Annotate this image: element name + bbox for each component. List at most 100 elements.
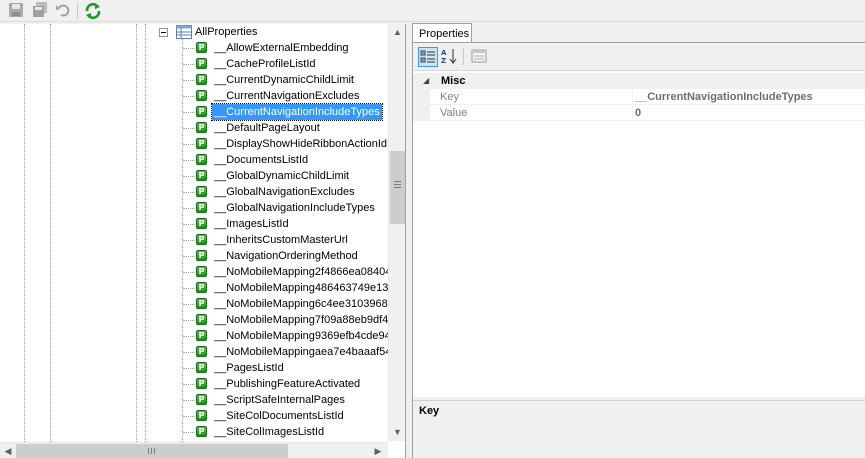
tree-item[interactable]: P __NoMobileMapping7f09a88eb9df47 <box>0 312 394 328</box>
tree-horizontal-scrollbar[interactable]: ◀ ▶ <box>0 442 388 458</box>
property-row-key[interactable]: Key __CurrentNavigationIncludeTypes <box>413 89 865 105</box>
collapse-triangle-icon[interactable]: ◢ <box>423 76 429 85</box>
tree-item[interactable]: P __PublishingFeatureActivated <box>0 376 390 392</box>
property-name: Value <box>440 107 468 119</box>
tree-vertical-scrollbar[interactable]: ▲ ▼ <box>388 24 405 441</box>
tree-connector <box>183 176 195 177</box>
tree-item[interactable]: P __GlobalNavigationExcludes <box>0 184 390 200</box>
tree-connector <box>183 96 195 97</box>
tree-item-label: __AllowExternalEmbedding <box>214 42 349 54</box>
scroll-thumb[interactable] <box>16 444 288 458</box>
tree-item-label: __CacheProfileListId <box>214 58 316 70</box>
tree-item[interactable]: P __NoMobileMapping6c4ee31039684 <box>0 296 394 312</box>
tree-item-label: __ImagesListId <box>214 218 289 230</box>
tree-connector <box>183 256 195 257</box>
property-table-icon <box>176 25 192 39</box>
property-name: Key <box>440 91 459 103</box>
tree-item[interactable]: P __ScriptSafeInternalPages <box>0 392 390 408</box>
tree-item[interactable]: P __CurrentNavigationExcludes <box>0 88 390 104</box>
property-icon: P <box>196 218 207 229</box>
tree-item[interactable]: P __SiteColImagesListId <box>0 424 390 440</box>
property-row-value[interactable]: Value 0 <box>413 105 865 121</box>
tree-item-label: __CurrentDynamicChildLimit <box>214 74 354 86</box>
property-icon: P <box>196 298 207 309</box>
tree-item[interactable]: P __ImagesListId <box>0 216 390 232</box>
scroll-left-icon[interactable]: ◀ <box>0 443 16 458</box>
tree-connector <box>183 416 195 417</box>
property-icon: P <box>196 138 207 149</box>
tree-item-label: __NoMobileMapping9369efb4cde94 <box>214 330 391 342</box>
svg-text:A: A <box>441 49 447 57</box>
tree-item[interactable]: P __NavigationOrderingMethod <box>0 248 390 264</box>
property-icon: P <box>196 362 207 373</box>
scroll-thumb[interactable] <box>390 151 405 224</box>
property-icon: P <box>196 170 207 181</box>
refresh-icon[interactable] <box>84 2 102 20</box>
tree-item[interactable]: P __NoMobileMappingaea7e4baaaf54 <box>0 344 391 360</box>
scroll-up-icon[interactable]: ▲ <box>389 24 405 41</box>
tree-item-label: __DefaultPageLayout <box>214 122 320 134</box>
tree-connector <box>183 160 195 161</box>
toolbar-separator <box>77 3 78 19</box>
tree-item[interactable]: P __DocumentsListId <box>0 152 390 168</box>
tree-item[interactable]: P __PagesListId <box>0 360 390 376</box>
property-icon: P <box>196 394 207 405</box>
tree-item[interactable]: P __GlobalNavigationIncludeTypes <box>0 200 390 216</box>
category-label: Misc <box>441 75 466 87</box>
tree-item[interactable]: P __CacheProfileListId <box>0 56 390 72</box>
save-icon[interactable] <box>8 2 26 20</box>
tree-item[interactable]: P __CurrentDynamicChildLimit <box>0 72 390 88</box>
tree-item[interactable]: P __GlobalDynamicChildLimit <box>0 168 390 184</box>
tree-connector <box>183 240 195 241</box>
property-grid: ◢ Misc Key __CurrentNavigationIncludeTyp… <box>413 73 865 397</box>
tree-connector <box>183 144 195 145</box>
properties-panel: AZ ◢ Misc Key __CurrentNavigationInclude… <box>412 42 865 458</box>
tree-connector <box>183 432 195 433</box>
category-row-misc[interactable]: ◢ Misc <box>413 73 865 89</box>
undo-icon[interactable] <box>55 2 73 20</box>
tree-item[interactable]: P __NoMobileMapping9369efb4cde94 <box>0 328 391 344</box>
tab-properties-label: Properties <box>419 28 470 40</box>
tree-item[interactable]: P __DefaultPageLayout <box>0 120 390 136</box>
property-icon: P <box>196 330 207 341</box>
tree-item-label: __NavigationOrderingMethod <box>214 250 358 262</box>
tree-connector <box>183 304 195 305</box>
tree-connector <box>183 112 195 113</box>
tree-connector <box>183 80 195 81</box>
main-toolbar <box>0 0 865 22</box>
tree-item-label: __DocumentsListId <box>214 154 309 166</box>
scroll-right-icon[interactable]: ▶ <box>370 443 386 458</box>
property-tree[interactable]: AllProperties P __AllowExternalEmbedding P… <box>0 24 406 458</box>
property-icon: P <box>196 90 207 101</box>
tree-item[interactable]: P __InheritsCustomMasterUrl <box>0 232 390 248</box>
property-pages-button[interactable] <box>470 47 490 67</box>
tree-connector <box>183 224 195 225</box>
tree-item[interactable]: P __DisplayShowHideRibbonActionId <box>0 136 390 152</box>
property-icon: P <box>196 58 207 69</box>
tree-connector <box>183 128 195 129</box>
properties-toolbar: AZ <box>413 43 865 71</box>
toolbar-separator <box>463 48 464 65</box>
save-all-icon[interactable] <box>32 2 50 20</box>
tree-item[interactable]: P __NoMobileMapping2f4866ea08404 <box>0 264 392 280</box>
tree-item[interactable]: P __SiteColDocumentsListId <box>0 408 390 424</box>
collapse-icon[interactable] <box>159 28 168 37</box>
tab-properties[interactable]: Properties <box>412 23 472 43</box>
alphabetical-sort-button[interactable]: AZ <box>440 47 460 67</box>
tree-item[interactable]: P __AllowExternalEmbedding <box>0 40 390 56</box>
tree-item-label: __SiteColDocumentsListId <box>214 410 344 422</box>
tree-item-label: __CurrentNavigationExcludes <box>214 90 360 102</box>
tree-item-label: __NoMobileMapping2f4866ea08404 <box>214 266 392 278</box>
tree-connector <box>183 400 195 401</box>
tree-item[interactable]: P __CurrentNavigationIncludeTypes <box>0 103 390 121</box>
property-icon: P <box>196 106 207 117</box>
tree-item-label: __InheritsCustomMasterUrl <box>214 234 348 246</box>
categorized-button[interactable] <box>418 47 438 67</box>
property-icon: P <box>196 154 207 165</box>
tree-item-label: __CurrentNavigationIncludeTypes <box>211 103 383 121</box>
tree-item[interactable]: P __NoMobileMapping486463749e134 <box>0 280 394 296</box>
scroll-down-icon[interactable]: ▼ <box>389 424 405 441</box>
property-value: __CurrentNavigationIncludeTypes <box>635 91 813 103</box>
property-icon: P <box>196 234 207 245</box>
property-icon: P <box>196 282 207 293</box>
